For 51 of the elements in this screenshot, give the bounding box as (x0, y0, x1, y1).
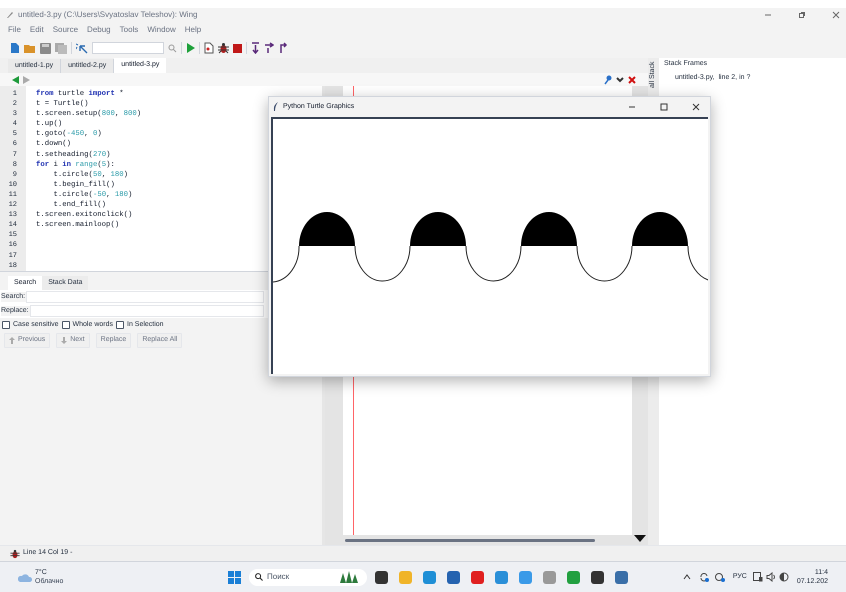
taskbar-search-field[interactable]: Поиск (249, 568, 367, 586)
stop-icon[interactable] (233, 44, 242, 52)
chevron-up-icon[interactable] (682, 574, 691, 580)
step-over-icon[interactable] (264, 42, 274, 54)
new-file-icon[interactable] (10, 42, 20, 54)
arrow-down-icon (61, 337, 68, 344)
checkbox[interactable] (2, 321, 10, 329)
menu-item[interactable]: Tools (120, 24, 138, 36)
step-into-icon[interactable] (251, 42, 260, 54)
restore-icon[interactable] (798, 11, 806, 19)
close-icon[interactable] (692, 103, 700, 111)
search-icon (255, 573, 263, 581)
arrow-up-icon (9, 337, 15, 344)
menu-item[interactable]: Source (52, 24, 78, 36)
menu-item[interactable]: Help (184, 24, 202, 36)
menu-item[interactable]: Edit (30, 24, 44, 36)
search-placeholder: Поиск (267, 571, 290, 583)
run-icon[interactable] (186, 43, 195, 53)
step-out-icon[interactable] (278, 42, 288, 54)
trees-icon (337, 571, 361, 583)
back-icon[interactable] (12, 76, 19, 84)
toolbar-search-field[interactable] (92, 42, 164, 54)
window-title: untitled-3.py (C:\Users\Svyatoslav Teleshov): Wing (18, 9, 198, 21)
cloud-icon (18, 572, 32, 582)
pin-icon[interactable] (604, 74, 612, 84)
chevron-down-icon[interactable] (616, 76, 624, 82)
speaker-icon[interactable] (766, 572, 776, 582)
bug-icon (10, 548, 20, 558)
close-icon[interactable] (628, 76, 636, 84)
maximize-icon[interactable] (660, 103, 668, 111)
menu-item[interactable]: File (8, 24, 21, 36)
document-icon[interactable] (204, 42, 214, 54)
sync-icon[interactable] (698, 572, 709, 582)
start-icon[interactable] (228, 570, 241, 584)
menu-item[interactable]: Debug (87, 24, 111, 36)
battery-icon[interactable] (778, 572, 789, 582)
checkbox[interactable] (62, 321, 70, 329)
horizontal-scrollbar[interactable] (345, 538, 595, 542)
checkbox[interactable] (116, 321, 124, 329)
close-icon[interactable] (832, 11, 840, 19)
network-icon[interactable] (714, 572, 725, 582)
search-icon[interactable] (168, 44, 177, 52)
replace-field[interactable] (30, 305, 264, 317)
menu-item[interactable]: Window (147, 24, 176, 36)
scroll-down-icon[interactable] (634, 535, 646, 542)
bug-icon[interactable] (218, 42, 229, 54)
feather-icon (273, 102, 279, 112)
display-icon[interactable] (752, 572, 763, 582)
pointer-icon[interactable] (76, 42, 88, 54)
save-icon[interactable] (40, 42, 51, 54)
search-field[interactable] (26, 291, 264, 303)
